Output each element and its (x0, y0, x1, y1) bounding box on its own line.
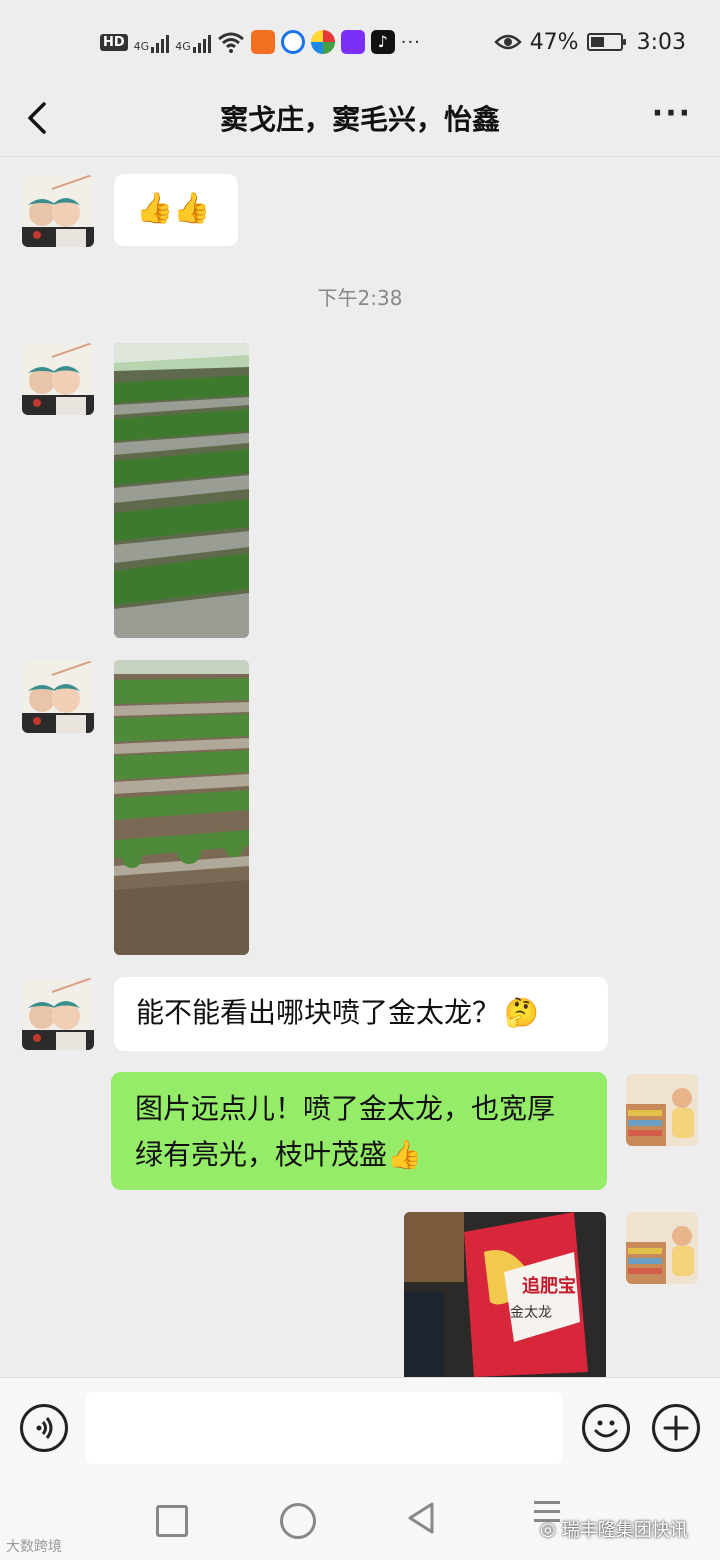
hd-badge: HD (100, 33, 128, 51)
watermark-right-text: 瑞丰隆集团快讯 (561, 1520, 688, 1541)
battery-icon (586, 33, 626, 51)
message-text-line: 绿有亮光，枝叶茂盛 (135, 1138, 388, 1171)
message-bubble-outgoing[interactable]: 图片远点儿！喷了金太龙，也宽厚 绿有亮光，枝叶茂盛👍 (111, 1072, 607, 1190)
more-notifications-icon: ··· (400, 31, 421, 53)
more-dots-icon[interactable]: ··· (652, 96, 692, 131)
back-triangle-icon[interactable] (406, 1501, 436, 1535)
clock: 3:03 (636, 29, 686, 55)
browser-notification-icon (280, 30, 305, 54)
signal-2-icon: 4G (175, 31, 211, 53)
recent-apps-icon[interactable] (156, 1505, 188, 1537)
avatar-image (626, 1074, 698, 1146)
avatar[interactable] (22, 661, 94, 733)
message-bubble-incoming[interactable]: 能不能看出哪块喷了金太龙？ 🤔 (114, 977, 608, 1051)
avatar-image (22, 978, 94, 1050)
photo-message[interactable] (114, 660, 249, 955)
chat-header: 窦戈庄，窦毛兴，怡鑫 ··· (0, 84, 720, 157)
thumbs-up-emoji: 👍 (387, 1138, 422, 1171)
voice-waves (36, 1417, 53, 1439)
bag-brand: 金太龙 (510, 1305, 552, 1321)
avatar-image (22, 343, 94, 415)
avatar[interactable] (22, 978, 94, 1050)
avatar-self[interactable] (626, 1074, 698, 1146)
voice-icon[interactable] (20, 1404, 68, 1452)
plus-icon[interactable] (652, 1404, 700, 1452)
signal-1-icon: 4G (134, 31, 170, 53)
fertilizer-bag-photo: 追肥宝 金太龙 (404, 1212, 606, 1377)
message-text-line: 图片远点儿！喷了金太龙，也宽厚 (135, 1092, 556, 1125)
bag-label: 追肥宝 (522, 1275, 576, 1297)
avatar[interactable] (22, 175, 94, 247)
emoji-icon[interactable] (582, 1404, 630, 1452)
chat-title: 窦戈庄，窦毛兴，怡鑫 (219, 103, 500, 136)
message-text: 能不能看出哪块喷了金太龙？ (136, 996, 501, 1029)
thinking-emoji: 🤔 (504, 996, 539, 1029)
camera-notification-icon (310, 30, 335, 54)
message-bubble-incoming[interactable]: 👍👍 (114, 174, 238, 246)
timestamp: 下午2:38 (317, 286, 403, 310)
photo-message[interactable] (114, 343, 249, 638)
wechat-official-icon: ◎ (540, 1518, 556, 1540)
avatar[interactable] (22, 343, 94, 415)
battery-percent: 47% (529, 29, 579, 55)
message-input[interactable] (86, 1392, 562, 1464)
wifi-icon (217, 32, 244, 53)
avatar-image (22, 175, 94, 247)
input-bar (0, 1377, 720, 1478)
status-bar: HD 4G 4G ♪ ··· 47% 3:03 (0, 0, 720, 84)
message-emoji: 👍👍 (136, 191, 211, 226)
eye-icon (493, 34, 522, 50)
photo-message-outgoing[interactable]: 追肥宝 金太龙 (404, 1212, 606, 1377)
video-notification-icon (340, 30, 365, 54)
plus (663, 1415, 689, 1441)
avatar-self[interactable] (626, 1212, 698, 1284)
field-photo (114, 343, 249, 638)
tiktok-notification-icon: ♪ (370, 30, 395, 54)
watermark-right: ◎ 瑞丰隆集团快讯 (540, 1516, 688, 1542)
avatar-image (626, 1212, 698, 1284)
avatar-image (22, 661, 94, 733)
home-icon[interactable] (280, 1503, 316, 1539)
smiley (594, 1420, 618, 1438)
status-right: 47% 3:03 (493, 24, 686, 60)
watermark-left: 大数跨境 (6, 1539, 62, 1555)
app-notification-icon (250, 30, 275, 54)
status-left: HD 4G 4G ♪ ··· (100, 24, 421, 60)
field-photo (114, 660, 249, 955)
